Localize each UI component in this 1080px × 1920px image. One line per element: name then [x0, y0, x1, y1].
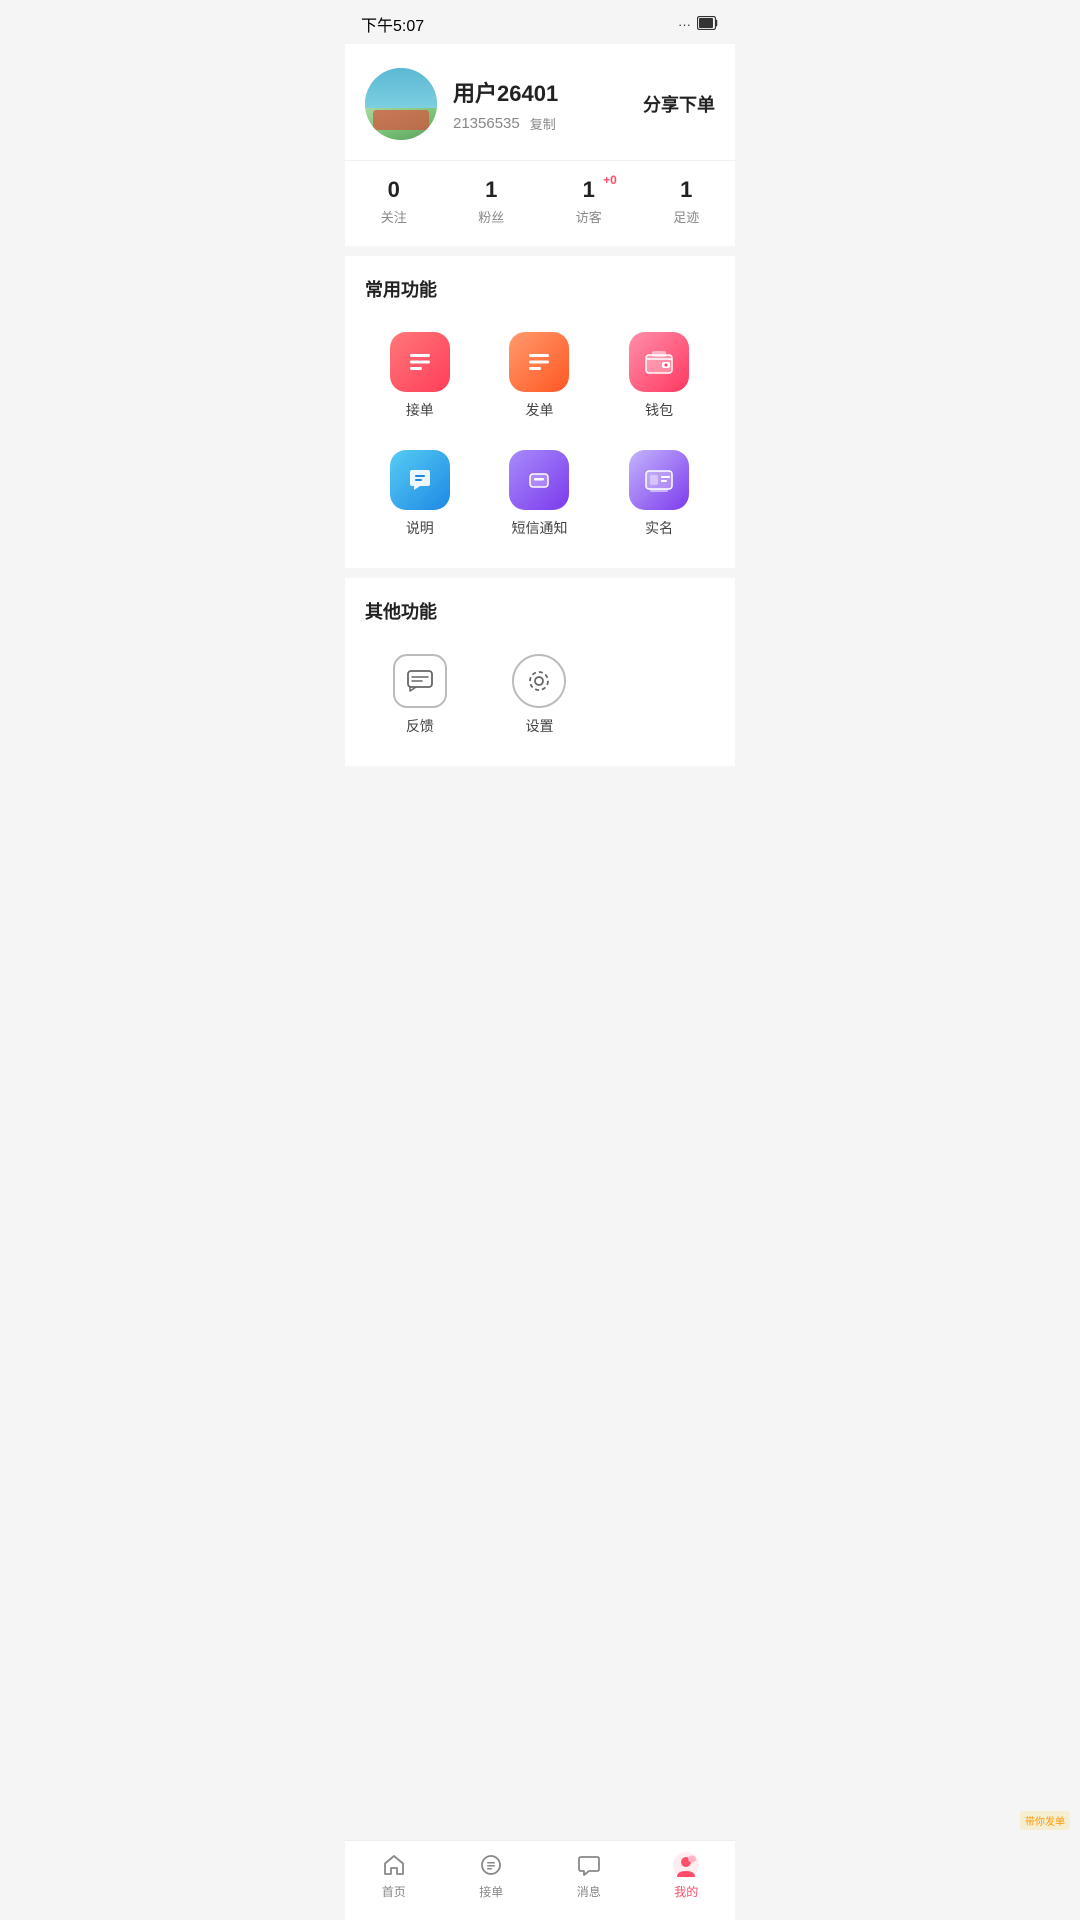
- feature-sms[interactable]: 短信通知: [485, 440, 595, 548]
- stat-footprint[interactable]: 1 足迹: [673, 177, 699, 226]
- feature-feedback[interactable]: 反馈: [365, 644, 475, 746]
- feature-settings[interactable]: 设置: [485, 644, 595, 746]
- feature-shuoming[interactable]: 说明: [365, 440, 475, 548]
- home-nav-label: 首页: [382, 1883, 406, 1900]
- avatar[interactable]: [365, 68, 437, 140]
- mine-nav-label: 我的: [674, 1883, 698, 1900]
- username: 用户26401: [453, 76, 558, 108]
- signal-icon: ···: [678, 17, 691, 32]
- wallet-label: 钱包: [645, 400, 673, 420]
- feature-realname[interactable]: 实名: [604, 440, 714, 548]
- message-nav-label: 消息: [577, 1883, 601, 1900]
- footprint-count: 1: [680, 177, 692, 203]
- follow-count: 0: [388, 177, 400, 203]
- battery-icon: [697, 16, 719, 33]
- common-features-title: 常用功能: [365, 276, 715, 302]
- footprint-label: 足迹: [673, 207, 699, 226]
- realname-label: 实名: [645, 518, 673, 538]
- profile-section: 用户26401 21356535 复制 分享下单: [345, 44, 735, 160]
- feature-fadan[interactable]: 发单: [485, 322, 595, 430]
- section-divider-2: [345, 568, 735, 578]
- common-features-grid: 接单 发单: [365, 322, 715, 558]
- fans-count: 1: [485, 177, 497, 203]
- jiudan-nav-label: 接单: [479, 1883, 503, 1900]
- profile-left: 用户26401 21356535 复制: [365, 68, 558, 140]
- stat-fans[interactable]: 1 粉丝: [478, 177, 504, 226]
- nav-home[interactable]: 首页: [345, 1851, 443, 1900]
- fans-label: 粉丝: [478, 207, 504, 226]
- shuoming-label: 说明: [406, 518, 434, 538]
- jiudan-nav-icon: [477, 1851, 505, 1879]
- stats-section: 0 关注 1 粉丝 1 +0 访客 1 足迹: [345, 160, 735, 246]
- other-features-grid: 反馈 设置: [365, 644, 715, 756]
- section-divider-1: [345, 246, 735, 256]
- jiudan-icon: [390, 332, 450, 392]
- feedback-label: 反馈: [406, 716, 434, 736]
- visitor-label: 访客: [576, 207, 602, 226]
- fadan-icon: [509, 332, 569, 392]
- watermark: 带你发单: [1020, 1811, 1070, 1830]
- follow-label: 关注: [381, 207, 407, 226]
- sms-icon: [509, 450, 569, 510]
- copy-button[interactable]: 复制: [530, 114, 556, 133]
- status-icons: ···: [678, 16, 719, 33]
- nav-mine[interactable]: 我的: [638, 1851, 736, 1900]
- feedback-icon: [393, 654, 447, 708]
- wallet-icon: [629, 332, 689, 392]
- sms-label: 短信通知: [511, 518, 567, 538]
- settings-label: 设置: [525, 716, 553, 736]
- share-button[interactable]: 分享下单: [643, 91, 715, 117]
- feature-wallet[interactable]: 钱包: [604, 322, 714, 430]
- mine-nav-icon: [672, 1851, 700, 1879]
- status-time: 下午5:07: [361, 12, 424, 36]
- nav-jiudan[interactable]: 接单: [443, 1851, 541, 1900]
- fadan-label: 发单: [525, 400, 553, 420]
- other-features-section: 其他功能 反馈: [345, 578, 735, 766]
- profile-info: 用户26401 21356535 复制: [453, 76, 558, 133]
- visitor-badge: +0: [603, 173, 617, 187]
- home-nav-icon: [380, 1851, 408, 1879]
- jiudan-label: 接单: [406, 400, 434, 420]
- feature-jiudan[interactable]: 接单: [365, 322, 475, 430]
- message-nav-icon: [575, 1851, 603, 1879]
- settings-icon: [512, 654, 566, 708]
- bottom-nav: 首页 接单 消息 我的: [345, 1840, 735, 1920]
- avatar-image: [365, 68, 437, 140]
- other-features-title: 其他功能: [365, 598, 715, 624]
- nav-message[interactable]: 消息: [540, 1851, 638, 1900]
- shuoming-icon: [390, 450, 450, 510]
- realname-icon: [629, 450, 689, 510]
- user-id: 21356535: [453, 115, 520, 132]
- user-id-row: 21356535 复制: [453, 114, 558, 133]
- visitor-count: 1 +0: [583, 177, 595, 203]
- status-bar: 下午5:07 ···: [345, 0, 735, 44]
- common-features-section: 常用功能 接单: [345, 256, 735, 568]
- stat-follow[interactable]: 0 关注: [381, 177, 407, 226]
- stat-visitor[interactable]: 1 +0 访客: [576, 177, 602, 226]
